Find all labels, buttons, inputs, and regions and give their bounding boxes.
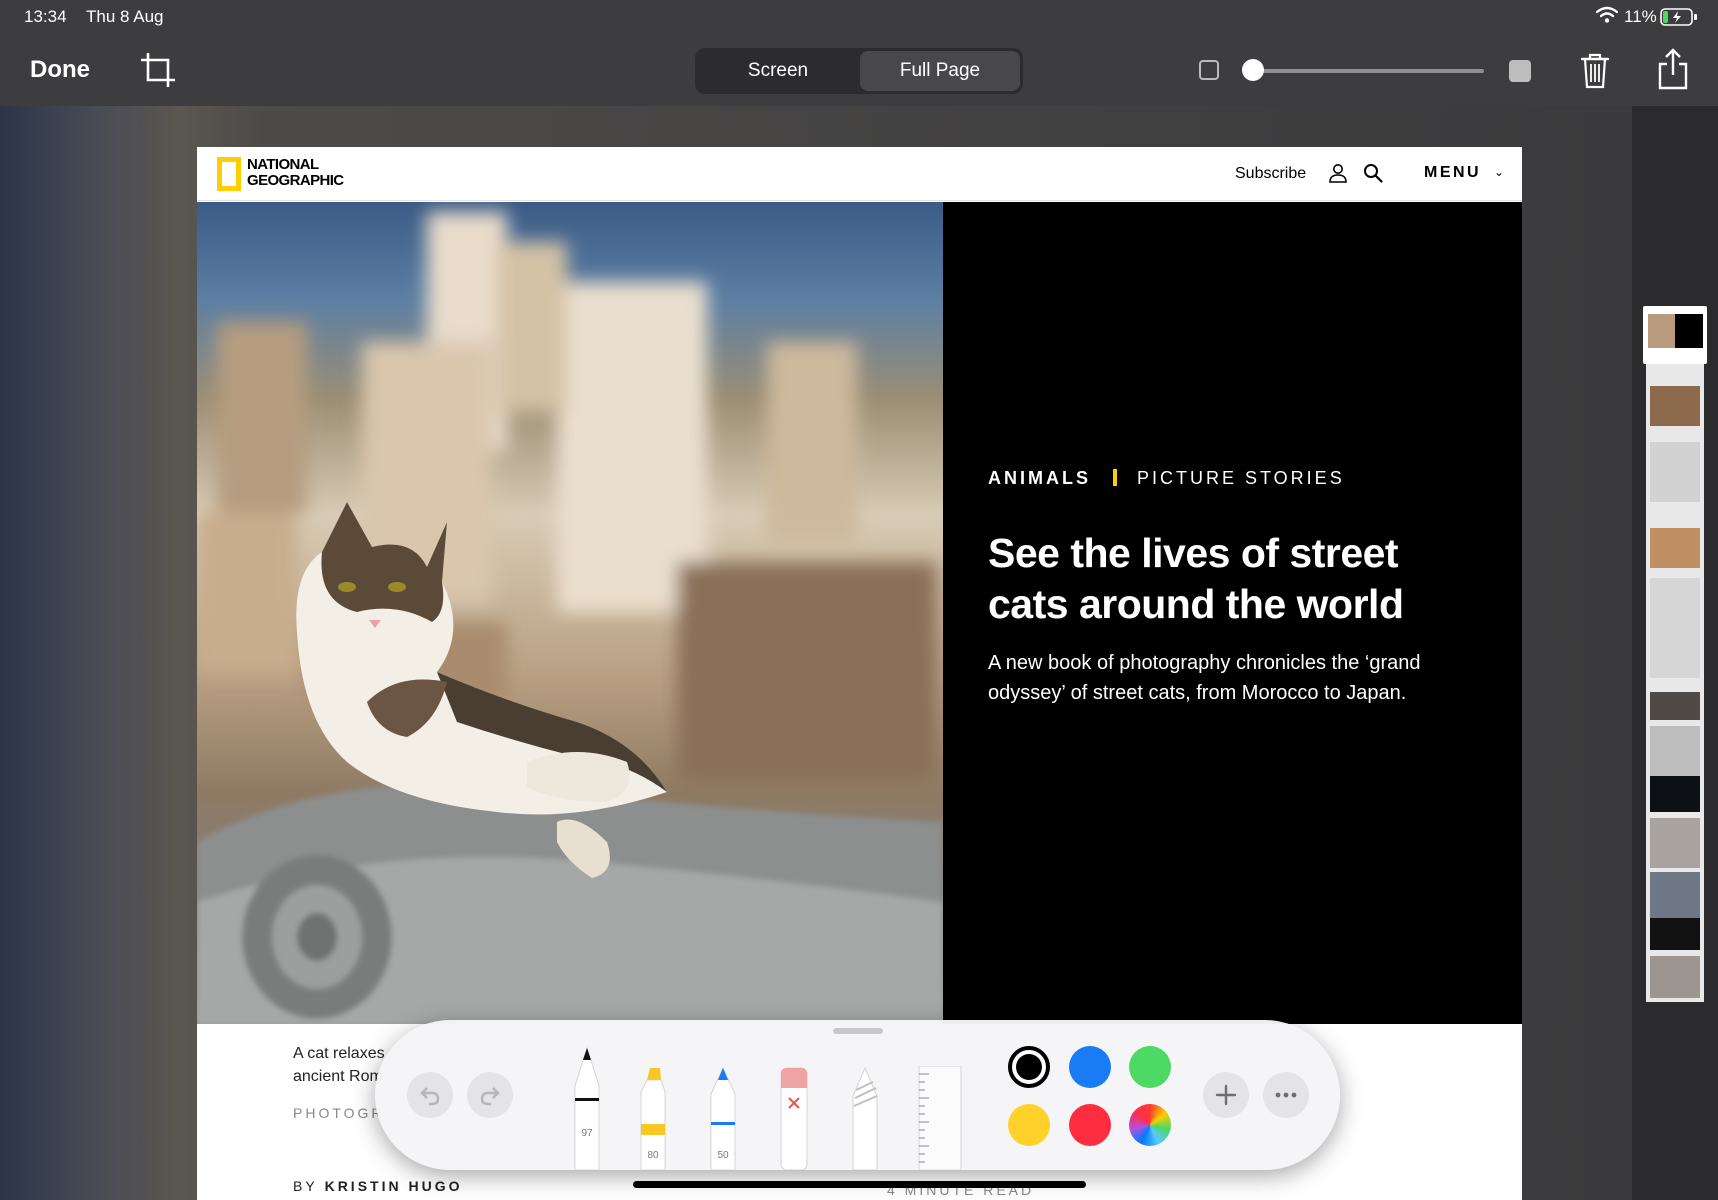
natgeo-logo-text: NATIONAL GEOGRAPHIC: [247, 156, 344, 189]
kicker-subsection[interactable]: PICTURE STORIES: [1137, 468, 1345, 488]
battery-charging-icon: [1660, 8, 1697, 26]
thumb-block: [1650, 872, 1700, 918]
hero-text-panel: ANIMALS PICTURE STORIES See the lives of …: [943, 202, 1522, 1024]
thumb-block: [1650, 818, 1700, 868]
user-icon[interactable]: [1328, 163, 1348, 183]
author-name[interactable]: KRISTIN HUGO: [325, 1178, 463, 1194]
subscribe-link[interactable]: Subscribe: [1235, 165, 1306, 183]
status-date: Thu 8 Aug: [86, 7, 164, 26]
color-green-swatch[interactable]: [1129, 1046, 1171, 1088]
status-time: 13:34: [24, 7, 67, 26]
lasso-icon: [852, 1066, 878, 1171]
markup-tool-palette: 97 80 50: [375, 1020, 1340, 1171]
pen-tool[interactable]: 97: [567, 1042, 607, 1171]
article-dek: A new book of photography chronicles the…: [988, 652, 1421, 704]
marker-tool[interactable]: 50: [703, 1066, 743, 1171]
highlighter-tool[interactable]: 80: [633, 1066, 673, 1171]
thumb-block: [1650, 528, 1700, 568]
ruler-tool[interactable]: [915, 1065, 962, 1171]
battery-percent: 11%: [1624, 7, 1657, 26]
color-red-swatch[interactable]: [1069, 1104, 1111, 1146]
opacity-max-icon: [1509, 60, 1531, 82]
plus-icon: [1215, 1084, 1237, 1106]
done-button[interactable]: Done: [30, 56, 90, 84]
add-markup-button[interactable]: [1203, 1072, 1249, 1118]
cat-on-ruins-illustration: [197, 212, 943, 1024]
thumb-block: [1650, 918, 1700, 950]
article-headline: See the lives of street cats around the …: [988, 530, 1404, 627]
thumb-block: [1650, 578, 1700, 678]
color-blue-swatch[interactable]: [1069, 1046, 1111, 1088]
photographer-credit: PHOTOGR: [293, 1105, 385, 1121]
thumb-block: [1650, 386, 1700, 426]
thumb-block: [1650, 956, 1700, 998]
trash-icon[interactable]: [1580, 51, 1610, 89]
kicker-divider: [1113, 469, 1117, 486]
status-bar: 13:34 Thu 8 Aug 11%: [0, 0, 1718, 36]
chevron-down-icon: ⌄: [1494, 165, 1505, 179]
highlighter-width-label: 80: [647, 1150, 659, 1161]
menu-button[interactable]: MENU: [1424, 164, 1481, 182]
eraser-icon: [780, 1067, 808, 1171]
tab-full-page[interactable]: Full Page: [860, 51, 1020, 91]
page-thumbnail-rail[interactable]: [1632, 106, 1718, 1200]
color-picker-wheel-icon[interactable]: [1129, 1104, 1171, 1146]
article-byline: BY KRISTIN HUGO: [293, 1178, 463, 1194]
site-header: NATIONAL GEOGRAPHIC Subscribe MENU ⌄: [197, 147, 1522, 201]
tab-screen[interactable]: Screen: [698, 51, 858, 91]
palette-grabber[interactable]: [833, 1028, 883, 1034]
undo-icon: [420, 1087, 440, 1106]
thumb-block: [1650, 726, 1700, 776]
pen-width-label: 97: [581, 1128, 593, 1139]
full-page-thumbnail[interactable]: [1646, 362, 1704, 1002]
pen-icon: [574, 1046, 600, 1171]
kicker-section[interactable]: ANIMALS: [988, 468, 1091, 488]
crop-icon[interactable]: [140, 52, 176, 88]
redo-icon: [480, 1087, 500, 1106]
color-black-swatch[interactable]: [1008, 1046, 1050, 1088]
color-yellow-swatch[interactable]: [1008, 1104, 1050, 1146]
opacity-slider-thumb[interactable]: [1242, 59, 1264, 81]
wifi-icon: [1596, 6, 1618, 23]
thumb-block: [1650, 442, 1700, 502]
marker-width-label: 50: [717, 1150, 729, 1161]
capture-mode-segmented-control: Screen Full Page: [695, 48, 1023, 94]
opacity-slider-track[interactable]: [1254, 69, 1484, 73]
redo-button[interactable]: [467, 1072, 513, 1118]
share-icon[interactable]: [1657, 48, 1689, 90]
opacity-min-icon: [1199, 60, 1219, 80]
natgeo-logo-icon: [217, 157, 241, 191]
ruler-icon: [918, 1065, 962, 1171]
more-options-button[interactable]: [1263, 1072, 1309, 1118]
undo-button[interactable]: [407, 1072, 453, 1118]
thumb-block: [1650, 692, 1700, 720]
article-kicker: ANIMALS PICTURE STORIES: [988, 468, 1345, 489]
hero-photo-cat: [197, 202, 943, 1024]
thumb-block: [1650, 776, 1700, 812]
current-viewport-thumbnail[interactable]: [1643, 306, 1707, 364]
ellipsis-icon: [1275, 1092, 1297, 1098]
screenshot-editor-toolbar: Done Screen Full Page: [0, 36, 1718, 106]
eraser-tool[interactable]: [773, 1066, 813, 1171]
lasso-tool[interactable]: [845, 1066, 885, 1171]
home-indicator[interactable]: [633, 1181, 1086, 1188]
search-icon[interactable]: [1363, 163, 1383, 183]
